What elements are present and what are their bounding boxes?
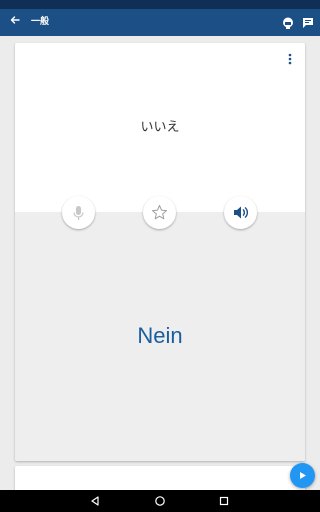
system-nav-bar	[0, 490, 320, 512]
more-vertical-icon	[288, 53, 292, 65]
favorite-button[interactable]	[143, 196, 176, 229]
flashcard[interactable]: いいえ Nein	[15, 43, 305, 461]
recents-square-icon[interactable]	[218, 495, 230, 507]
card-menu-button[interactable]	[283, 51, 297, 67]
quiz-button[interactable]	[281, 15, 295, 29]
play-icon	[300, 472, 306, 479]
back-button[interactable]	[8, 14, 22, 30]
star-icon	[152, 205, 167, 220]
microphone-icon	[73, 206, 84, 220]
microphone-button[interactable]	[62, 196, 95, 229]
app-bar: 一般	[0, 9, 320, 36]
speaker-icon	[234, 206, 249, 219]
back-triangle-icon[interactable]	[89, 495, 101, 507]
flashcard-front-text: いいえ	[140, 120, 180, 135]
home-circle-icon[interactable]	[154, 495, 166, 507]
play-audio-button[interactable]	[224, 196, 257, 229]
flashcard-back-text: Nein	[137, 323, 183, 348]
play-fab-button[interactable]	[290, 463, 315, 488]
status-bar	[0, 0, 320, 9]
chat-icon	[303, 18, 313, 28]
chat-button[interactable]	[301, 15, 315, 29]
quiz-icon	[283, 17, 293, 29]
page-title: 一般	[31, 17, 50, 27]
arrow-left-icon	[10, 16, 20, 24]
